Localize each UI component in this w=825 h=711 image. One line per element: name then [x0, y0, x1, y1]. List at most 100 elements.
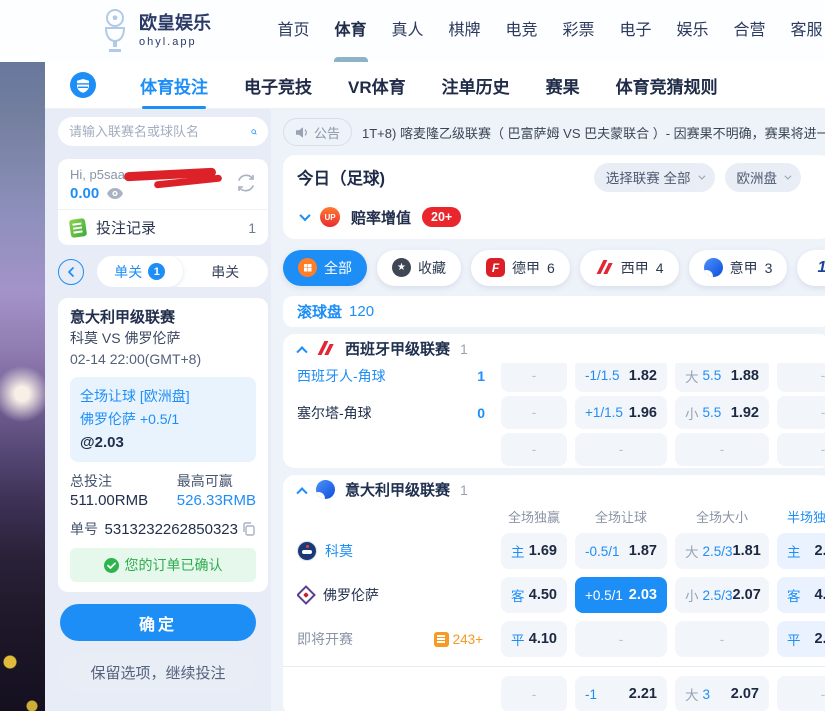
- match-row: 即将开赛243+平4.10--平2.: [283, 617, 825, 661]
- subnav-item-赛果[interactable]: 赛果: [546, 73, 580, 98]
- market-side: 平: [787, 629, 801, 649]
- back-button[interactable]: [58, 259, 84, 285]
- brand-domain: ohyl.app: [139, 36, 211, 48]
- handicap-value: -1/1.5: [585, 368, 620, 383]
- eye-icon[interactable]: [107, 188, 123, 199]
- team-name[interactable]: 科莫: [325, 541, 353, 561]
- chevron-up-icon[interactable]: [296, 487, 307, 498]
- odds-cell[interactable]: 小2.5/32.07: [675, 577, 769, 613]
- odds-cell[interactable]: 主1.69: [501, 533, 567, 569]
- slip-tabs: 单关 1 串关: [97, 256, 268, 287]
- odds-cell[interactable]: 主2.: [777, 533, 825, 569]
- chevron-up-icon[interactable]: [296, 346, 307, 357]
- live-betting-row[interactable]: 滚球盘 120: [283, 296, 825, 327]
- team-name[interactable]: 即将开赛: [297, 629, 353, 649]
- bet-record-icon: [69, 217, 87, 237]
- column-header: 全场大小: [675, 507, 769, 526]
- slip-selection-box: 全场让球 [欧洲盘] 佛罗伦萨 +0.5/1 @2.03: [70, 377, 256, 462]
- filter-pill-西甲[interactable]: 西甲4: [580, 250, 679, 286]
- search-icon[interactable]: [251, 124, 257, 140]
- odds-cell[interactable]: 大32.07: [675, 676, 769, 711]
- bet-record-item[interactable]: 投注记录 1: [58, 209, 268, 245]
- order-number: 5313232262850323: [105, 521, 238, 538]
- search-input[interactable]: [69, 124, 245, 139]
- check-circle-icon: [104, 558, 119, 573]
- topnav-item-首页[interactable]: 首页: [277, 0, 310, 62]
- odds-cell[interactable]: +0.5/12.03: [575, 577, 667, 613]
- sports-menu-icon[interactable]: [70, 72, 96, 98]
- odds-cell[interactable]: 平2.: [777, 621, 825, 657]
- brand-logo[interactable]: 欧皇娱乐 ohyl.app: [98, 8, 211, 54]
- odds-boost-row[interactable]: UP 赔率增值 20+: [283, 199, 825, 235]
- order-confirmed-banner: 您的订单已确认: [70, 548, 256, 582]
- copy-icon[interactable]: [242, 522, 256, 536]
- more-markets-badge[interactable]: 243+: [434, 632, 483, 647]
- odds-value: 2.07: [731, 686, 759, 702]
- league-select-dropdown[interactable]: 选择联赛 全部: [594, 163, 715, 192]
- empty-odds: -: [619, 442, 624, 457]
- topnav-item-电子[interactable]: 电子: [619, 0, 652, 62]
- refresh-icon[interactable]: [235, 172, 257, 194]
- odds-cell[interactable]: 客4.50: [501, 577, 567, 613]
- topnav-item-彩票[interactable]: 彩票: [562, 0, 595, 62]
- announcement-badge-label: 公告: [314, 123, 340, 142]
- odds-cell[interactable]: 客4.: [777, 577, 825, 613]
- topnav-item-合营[interactable]: 合营: [733, 0, 766, 62]
- odds-cell[interactable]: 大5.51.88: [675, 359, 769, 392]
- handicap-value: +0.5/1: [585, 588, 623, 603]
- announcement-badge[interactable]: 公告: [283, 118, 352, 146]
- odds-cell[interactable]: -0.5/11.87: [575, 533, 667, 569]
- subnav-item-VR体育[interactable]: VR体育: [348, 73, 406, 98]
- subnav-item-体育投注[interactable]: 体育投注: [140, 73, 208, 98]
- today-panel: 今日（足球) 选择联赛 全部 欧洲盘 UP 赔率增值 20+: [283, 155, 825, 239]
- subnav-item-电子竞技[interactable]: 电子竞技: [244, 73, 312, 98]
- odds-cell: -: [675, 621, 769, 657]
- order-confirmed-text: 您的订单已确认: [125, 555, 223, 575]
- odds-cell[interactable]: -1/1.51.82: [575, 359, 667, 392]
- odds-cell[interactable]: 小5.51.92: [675, 396, 769, 429]
- empty-odds: -: [821, 687, 825, 702]
- filter-label: 全部: [324, 258, 352, 278]
- team-name[interactable]: 佛罗伦萨: [323, 585, 379, 605]
- filter-pill-意甲[interactable]: 意甲3: [689, 250, 788, 286]
- filter-count: 6: [547, 260, 555, 276]
- ligue1-icon: 1: [812, 258, 825, 277]
- total-stake-value: 511.00RMB: [70, 491, 148, 511]
- filter-pill-法甲[interactable]: 1法甲3: [797, 250, 825, 286]
- odds-cell: -: [675, 433, 769, 466]
- tab-parlay-label: 串关: [211, 262, 239, 282]
- topnav-item-体育[interactable]: 体育: [334, 0, 367, 62]
- subnav-item-注单历史[interactable]: 注单历史: [442, 73, 510, 98]
- keep-selection-button[interactable]: 保留选项，继续投注: [60, 654, 256, 691]
- topnav-item-棋牌[interactable]: 棋牌: [448, 0, 481, 62]
- topnav-item-娱乐[interactable]: 娱乐: [676, 0, 709, 62]
- odds-cell: -: [501, 676, 567, 711]
- tab-single-bet[interactable]: 单关 1: [97, 256, 183, 287]
- odds-cell[interactable]: 大2.5/31.81: [675, 533, 769, 569]
- odds-cell[interactable]: 平4.10: [501, 621, 567, 657]
- filter-pill-收藏[interactable]: ★收藏: [377, 250, 461, 286]
- topnav-item-真人[interactable]: 真人: [391, 0, 424, 62]
- topnav-item-客服[interactable]: 客服: [790, 0, 823, 62]
- odds-cell[interactable]: +1/1.51.96: [575, 396, 667, 429]
- filter-pill-德甲[interactable]: F德甲6: [471, 250, 570, 286]
- chevron-down-icon[interactable]: [299, 210, 310, 221]
- points-line: 5.5: [703, 368, 722, 383]
- odds-type-dropdown[interactable]: 欧洲盘: [725, 163, 802, 192]
- live-label: 滚球盘: [297, 301, 342, 322]
- handicap-value: +1/1.5: [585, 405, 623, 420]
- filter-pill-全部[interactable]: 全部: [283, 250, 367, 286]
- odds-value: 1.88: [731, 368, 759, 384]
- markets-icon: [434, 632, 449, 647]
- team-name[interactable]: 西班牙人-角球: [297, 366, 386, 386]
- odds-type-label: 欧洲盘: [737, 167, 778, 187]
- section-header[interactable]: 意大利甲级联赛1: [283, 475, 825, 504]
- section-header[interactable]: 西班牙甲级联赛1: [283, 334, 825, 363]
- odds-cell[interactable]: -12.21: [575, 676, 667, 711]
- confirm-button[interactable]: 确定: [60, 604, 256, 641]
- odds-value: 2.21: [629, 686, 657, 702]
- topnav-item-电竞[interactable]: 电竞: [505, 0, 538, 62]
- tab-parlay-bet[interactable]: 串关: [183, 256, 269, 287]
- subnav-item-体育竞猜规则[interactable]: 体育竞猜规则: [616, 73, 718, 98]
- team-name[interactable]: 塞尔塔-角球: [297, 403, 372, 423]
